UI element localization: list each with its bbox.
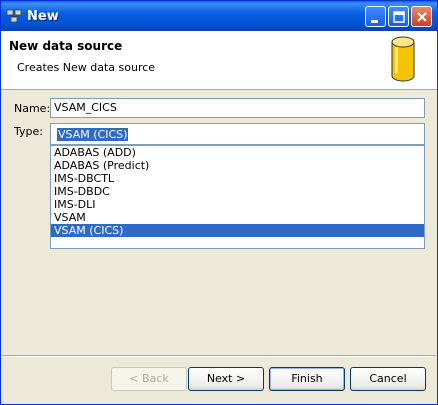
name-label: Name:: [14, 102, 51, 115]
dialog-window: New New data source Creates New data sou…: [0, 0, 438, 405]
minimize-icon: [371, 20, 378, 23]
cancel-button[interactable]: Cancel: [350, 367, 426, 391]
close-icon: [417, 12, 427, 22]
maximize-button[interactable]: [388, 6, 409, 27]
button-separator: [2, 355, 436, 357]
name-field[interactable]: VSAM_CICS: [50, 98, 425, 118]
header-title: New data source: [9, 39, 123, 53]
list-item[interactable]: IMS-DBCTL: [51, 172, 424, 185]
type-field-value: VSAM (CICS): [55, 127, 130, 142]
minimize-button[interactable]: [365, 6, 386, 27]
type-list[interactable]: ADABAS (ADD) ADABAS (Predict) IMS-DBCTL IMS…: [50, 145, 425, 249]
title-bar[interactable]: New: [1, 1, 437, 31]
back-button[interactable]: < Back: [111, 367, 187, 391]
list-item[interactable]: IMS-DBDC: [51, 185, 424, 198]
list-item[interactable]: VSAM: [51, 211, 424, 224]
next-button[interactable]: Next >: [188, 367, 264, 391]
name-field-value: VSAM_CICS: [54, 101, 117, 114]
list-item[interactable]: IMS-DLI: [51, 198, 424, 211]
list-item[interactable]: ADABAS (ADD): [51, 146, 424, 159]
finish-button[interactable]: Finish: [269, 367, 345, 391]
list-item[interactable]: ADABAS (Predict): [51, 159, 424, 172]
list-item[interactable]: VSAM (CICS): [51, 224, 424, 237]
network-icon: [6, 9, 22, 23]
type-field[interactable]: VSAM (CICS): [50, 123, 425, 145]
maximize-icon: [393, 11, 405, 23]
window-title: New: [27, 9, 59, 24]
wizard-header: New data source Creates New data source: [1, 31, 437, 90]
database-cylinder-icon: [391, 36, 415, 82]
header-description: Creates New data source: [17, 61, 156, 74]
type-label: Type:: [14, 125, 43, 138]
close-button[interactable]: [411, 6, 432, 27]
